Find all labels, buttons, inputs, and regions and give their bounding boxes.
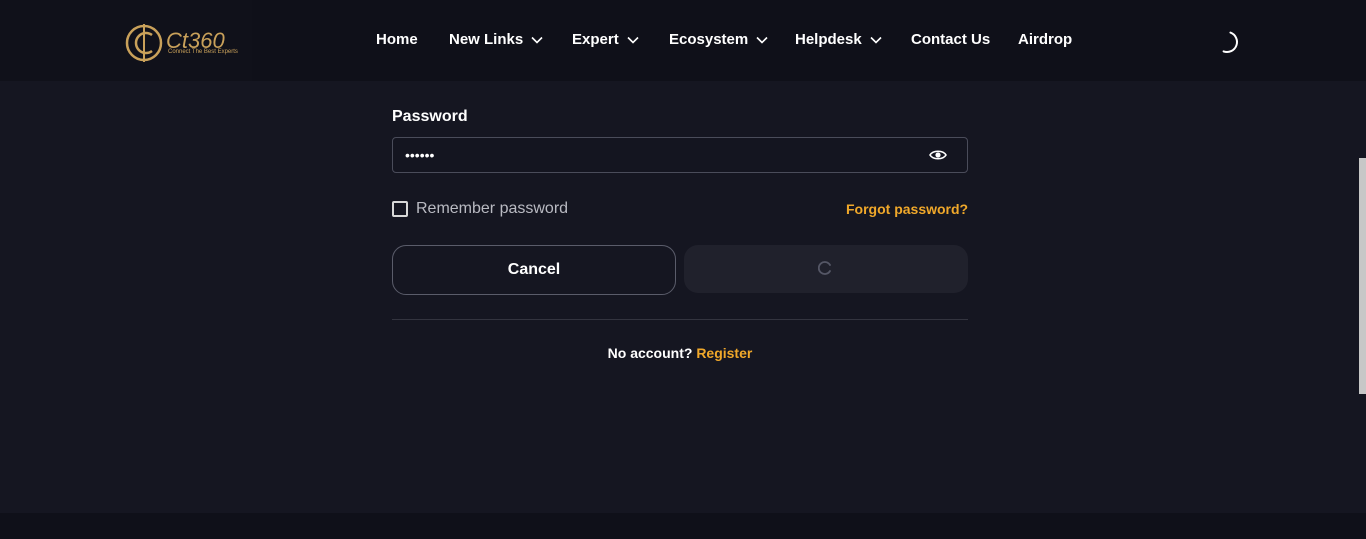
nav-item-home[interactable]: Home <box>376 31 418 48</box>
nav-item-ecosystem[interactable]: Ecosystem <box>669 31 768 48</box>
brand-tagline: Connect The Best Experts <box>168 49 238 55</box>
nav-item-contact-us[interactable]: Contact Us <box>911 31 990 48</box>
nav-item-new-links[interactable]: New Links <box>449 31 543 48</box>
cancel-button[interactable]: Cancel <box>392 245 676 295</box>
footer <box>0 513 1366 539</box>
nav-item-label: Ecosystem <box>669 31 749 48</box>
nav-item-label: Expert <box>572 31 619 48</box>
brand-logo[interactable]: Ct360 <box>124 21 239 65</box>
password-label: Password <box>392 108 468 125</box>
nav-item-label: Helpdesk <box>795 31 862 48</box>
password-value[interactable]: •••••• <box>405 147 434 163</box>
loading-spinner-icon <box>818 261 831 275</box>
remember-password-checkbox[interactable] <box>392 201 408 217</box>
register-link[interactable]: Register <box>696 345 752 361</box>
chevron-down-icon <box>756 36 768 44</box>
nav-item-label: Contact Us <box>911 31 991 48</box>
chevron-down-icon <box>627 36 639 44</box>
nav-item-expert[interactable]: Expert <box>572 31 639 48</box>
password-field[interactable]: •••••• <box>392 137 968 173</box>
logo-area: Ct360 Connect The Best Experts <box>0 0 252 81</box>
forgot-password-link[interactable]: Forgot password? <box>846 201 968 217</box>
nav-item-label: Airdrop <box>1018 31 1073 48</box>
chevron-down-icon <box>870 36 882 44</box>
nav-item-label: New Links <box>449 31 524 48</box>
scrollbar-thumb[interactable] <box>1359 158 1366 394</box>
nav-item-label: Home <box>376 31 418 48</box>
remember-password-label: Remember password <box>416 200 569 217</box>
chevron-down-icon <box>531 36 543 44</box>
nav-item-airdrop[interactable]: Airdrop <box>1018 31 1072 48</box>
register-prompt: No account? Register <box>0 345 1360 361</box>
top-navbar: Ct360 Connect The Best Experts Home New … <box>0 0 1366 81</box>
eye-icon[interactable] <box>929 148 947 162</box>
form-divider <box>392 319 968 320</box>
login-submit-button[interactable] <box>684 245 968 293</box>
no-account-text: No account? <box>607 345 693 361</box>
nav-item-helpdesk[interactable]: Helpdesk <box>795 31 882 48</box>
remember-password[interactable]: Remember password <box>392 200 568 218</box>
loading-spinner-icon <box>1222 31 1238 53</box>
